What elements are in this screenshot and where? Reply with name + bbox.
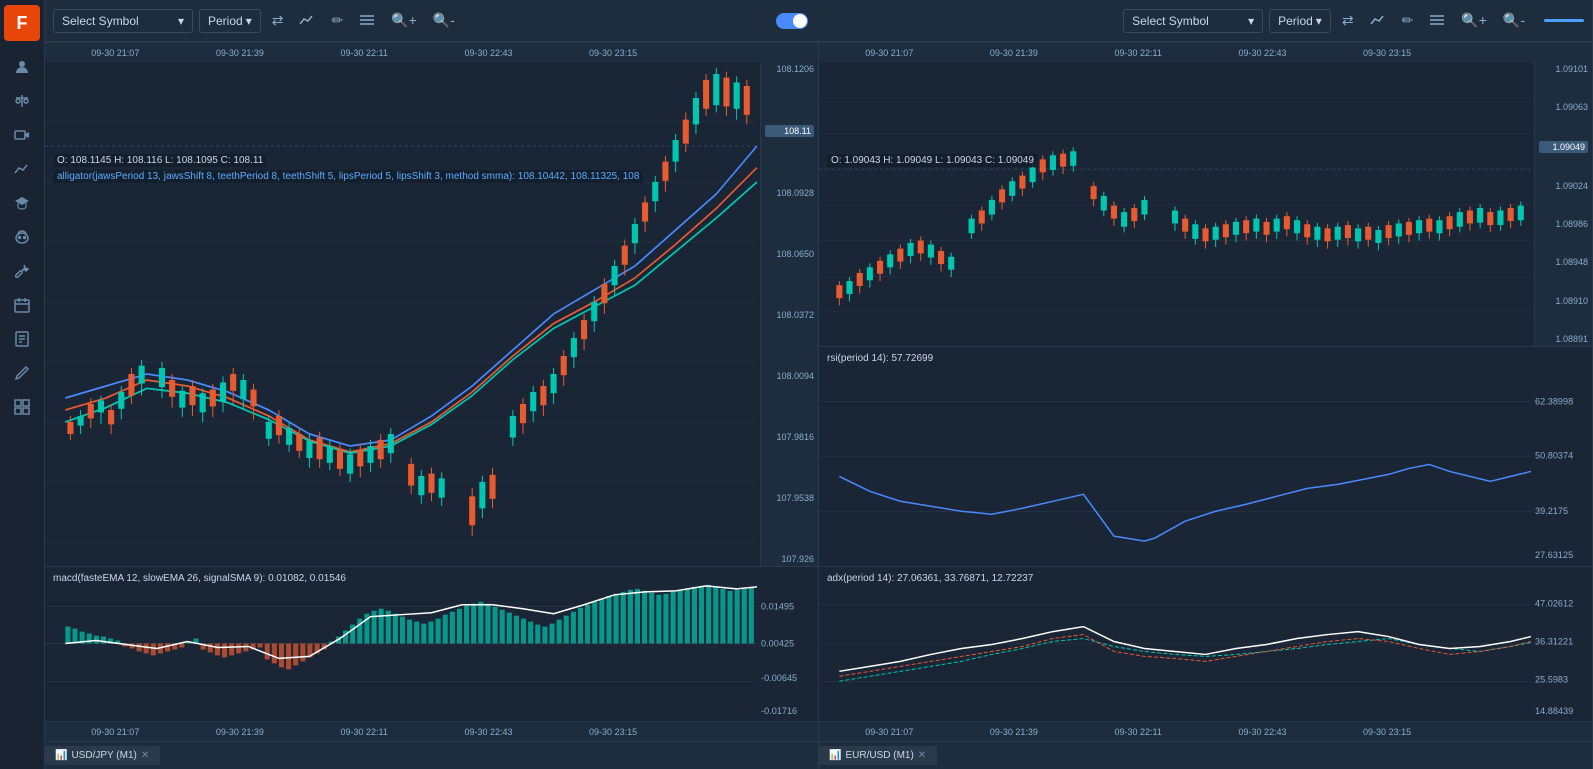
svg-text:47.02612: 47.02612 (1535, 599, 1573, 609)
svg-text:14.88439: 14.88439 (1535, 706, 1573, 716)
svg-text:0.01495: 0.01495 (761, 602, 794, 612)
left-bottom-tabs: 📊 USD/JPY (M1) ✕ (45, 741, 818, 769)
left-symbol-select[interactable]: Select Symbol ▾ (53, 9, 193, 33)
right-adx-svg: 47.02612 36.31221 25.5983 14.88439 (819, 567, 1592, 721)
right-bottom-tabs: 📊 EUR/USD (M1) ✕ (819, 741, 1592, 769)
svg-text:-0.01716: -0.01716 (761, 706, 797, 716)
left-chart-panel: Select Symbol ▾ Period ▾ ⇄ ✏ 🔍+ 🔍- (45, 0, 1593, 769)
right-zoomout-button[interactable]: 🔍- (1498, 8, 1530, 33)
svg-text:25.5983: 25.5983 (1535, 674, 1568, 684)
document-icon[interactable] (4, 323, 40, 355)
svg-text:39.2175: 39.2175 (1535, 506, 1568, 516)
right-tab-close[interactable]: ✕ (918, 750, 926, 761)
graduation-icon[interactable] (4, 187, 40, 219)
left-macd-chart: macd(fasteEMA 12, slowEMA 26, signalSMA … (45, 566, 818, 721)
left-tab-close[interactable]: ✕ (141, 750, 149, 761)
pencil-icon[interactable] (4, 357, 40, 389)
svg-text:27.63125: 27.63125 (1535, 550, 1573, 560)
user-icon[interactable] (4, 51, 40, 83)
right-compare-button[interactable]: ⇄ (1337, 8, 1359, 33)
right-symbol-select[interactable]: Select Symbol ▾ (1123, 9, 1263, 33)
right-zoomin-button[interactable]: 🔍+ (1456, 8, 1492, 33)
left-macd-svg: 0.01495 0.00425 -0.00645 -0.01716 (45, 567, 818, 721)
right-rsi-label: rsi(period 14): 57.72699 (827, 353, 933, 364)
sync-toggle-track[interactable] (776, 13, 808, 29)
wrench-icon[interactable] (4, 255, 40, 287)
grid-icon[interactable] (4, 391, 40, 423)
svg-text:62.38998: 62.38998 (1535, 397, 1573, 407)
left-zoomin-button[interactable]: 🔍+ (386, 8, 422, 33)
sync-toggle-thumb (793, 14, 807, 28)
left-main-chart[interactable]: O: 108.1145 H: 108.116 L: 108.1095 C: 10… (45, 62, 818, 566)
svg-text:50.80374: 50.80374 (1535, 451, 1573, 461)
left-macd-label: macd(fasteEMA 12, slowEMA 26, signalSMA … (53, 573, 346, 584)
right-main-chart[interactable]: O: 1.09043 H: 1.09049 L: 1.09043 C: 1.09… (819, 62, 1592, 346)
right-chart-panel: 09-30 21:07 09-30 21:39 09-30 22:11 09-3… (819, 42, 1592, 769)
left-compare-button[interactable]: ⇄ (267, 8, 289, 33)
right-adx-chart: adx(period 14): 27.06361, 33.76871, 12.7… (819, 566, 1592, 721)
left-time-axis-bottom: 09-30 21:07 09-30 21:39 09-30 22:11 09-3… (45, 721, 818, 741)
right-time-axis-top: 09-30 21:07 09-30 21:39 09-30 22:11 09-3… (819, 42, 1592, 62)
left-toolbar: Select Symbol ▾ Period ▾ ⇄ ✏ 🔍+ 🔍- (45, 0, 1592, 42)
right-chart-tab[interactable]: 📊 EUR/USD (M1) ✕ (819, 746, 937, 765)
left-period-button[interactable]: Period ▾ (199, 9, 261, 33)
linechart-icon[interactable] (4, 153, 40, 185)
left-indicators-button[interactable] (354, 9, 380, 33)
right-rsi-svg: 62.38998 50.80374 39.2175 27.63125 (819, 347, 1592, 566)
right-chart-svg (819, 62, 1592, 346)
sidebar: F (0, 0, 45, 769)
right-adx-label: adx(period 14): 27.06361, 33.76871, 12.7… (827, 573, 1033, 584)
svg-text:0.00425: 0.00425 (761, 639, 794, 649)
right-rsi-chart: rsi(period 14): 57.72699 62.38998 50.803… (819, 346, 1592, 566)
sync-toggle[interactable] (776, 13, 808, 29)
left-chart-svg (45, 62, 818, 566)
right-period-button[interactable]: Period ▾ (1269, 9, 1331, 33)
calendar-icon[interactable] (4, 289, 40, 321)
right-draw-button[interactable]: ✏ (1397, 8, 1419, 33)
right-time-axis-bottom: 09-30 21:07 09-30 21:39 09-30 22:11 09-3… (819, 721, 1592, 741)
charts-area: Select Symbol ▾ Period ▾ ⇄ ✏ 🔍+ 🔍- (45, 0, 1593, 769)
left-chart-tab[interactable]: 📊 USD/JPY (M1) ✕ (45, 746, 160, 765)
video-icon[interactable] (4, 119, 40, 151)
right-linechart-button[interactable] (1365, 9, 1391, 33)
logo: F (4, 5, 40, 41)
svg-text:-0.00645: -0.00645 (761, 673, 797, 683)
right-indicators-button[interactable] (1424, 9, 1450, 33)
left-linechart-button[interactable] (294, 9, 320, 33)
left-draw-button[interactable]: ✏ (326, 8, 348, 33)
mask-icon[interactable] (4, 221, 40, 253)
left-zoomout-button[interactable]: 🔍- (428, 8, 460, 33)
left-time-axis-top: 09-30 21:07 09-30 21:39 09-30 22:11 09-3… (45, 42, 818, 62)
scale-icon[interactable] (4, 85, 40, 117)
main-content: Select Symbol ▾ Period ▾ ⇄ ✏ 🔍+ 🔍- (45, 0, 1593, 769)
svg-text:36.31221: 36.31221 (1535, 637, 1573, 647)
